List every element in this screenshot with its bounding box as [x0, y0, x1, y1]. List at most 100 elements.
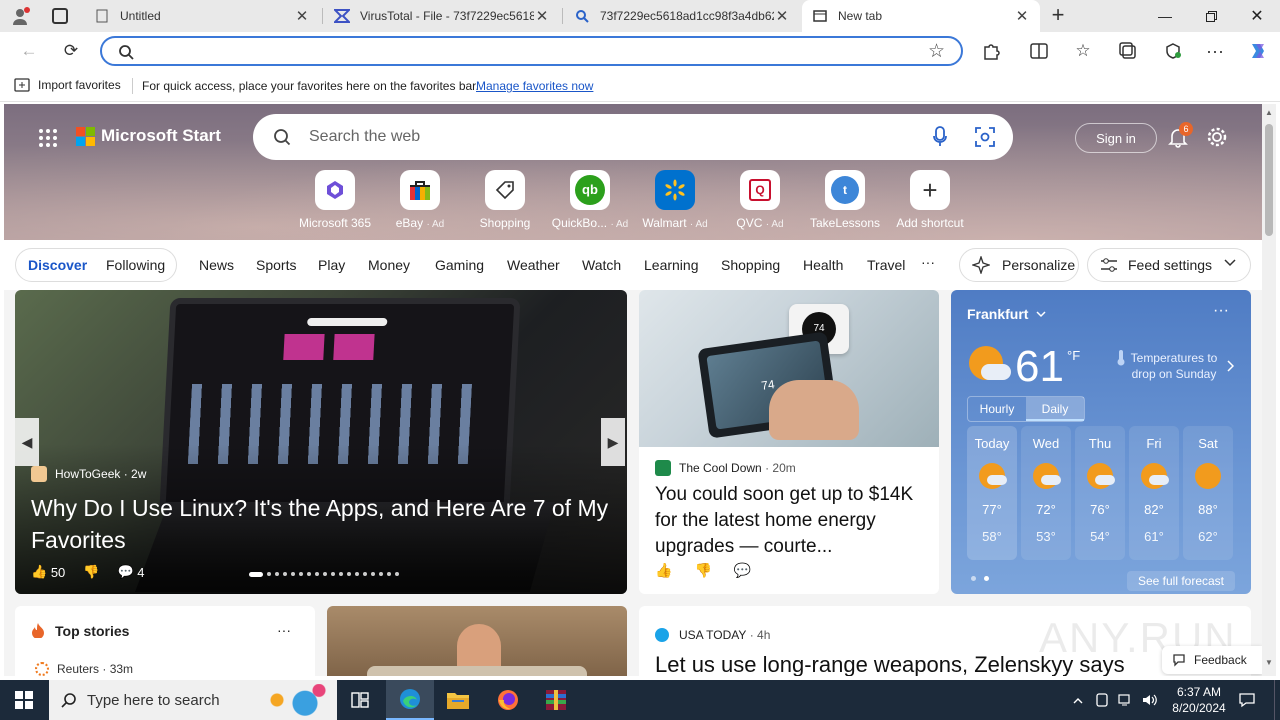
microsoft-start-logo[interactable]: Microsoft Start [76, 126, 221, 146]
chevron-right-icon[interactable] [1227, 360, 1234, 372]
story-card-cool-down[interactable]: 74 74 The Cool Down · 20m You could soon… [639, 290, 939, 594]
restore-button[interactable] [1188, 0, 1234, 32]
firefox-icon[interactable] [484, 680, 532, 720]
clock[interactable]: 6:37 AM 8/20/2024 [1164, 680, 1234, 720]
favorites-icon[interactable]: ☆ [1068, 36, 1098, 66]
dislike-icon[interactable]: 👎 [83, 564, 99, 580]
close-tab-icon[interactable]: ✕ [534, 7, 550, 25]
tab-hourly[interactable]: Hourly [968, 397, 1026, 421]
dislike-icon[interactable]: 👎 [694, 562, 711, 579]
page-settings-gear-icon[interactable] [1206, 126, 1228, 148]
shortcut-walmart[interactable]: Walmart · Ad [632, 170, 718, 232]
weather-page-dots[interactable] [971, 576, 989, 581]
split-screen-icon[interactable] [1024, 36, 1054, 66]
carousel-dots[interactable] [249, 572, 399, 577]
temperature-unit[interactable]: °F [1067, 348, 1080, 363]
task-view-icon[interactable] [336, 680, 384, 720]
nav-news[interactable]: News [199, 257, 234, 273]
weather-card[interactable]: Frankfurt ··· 61 °F Temperatures to drop… [951, 290, 1251, 594]
sign-in-button[interactable]: Sign in [1075, 123, 1157, 153]
scroll-up-arrow[interactable]: ▲ [1265, 108, 1273, 117]
story-image-card[interactable] [327, 606, 627, 676]
address-bar[interactable]: ☆ [100, 36, 963, 66]
shortcut-takelessons[interactable]: t TakeLessons [802, 170, 888, 232]
new-tab-button[interactable]: + [1046, 4, 1070, 28]
microphone-icon[interactable] [933, 126, 947, 148]
like-icon[interactable]: 👍 [655, 562, 672, 579]
favorite-star-icon[interactable]: ☆ [928, 40, 945, 63]
personalize-button[interactable]: Personalize [959, 248, 1079, 282]
nav-weather[interactable]: Weather [507, 257, 560, 273]
scroll-down-arrow[interactable]: ▼ [1265, 658, 1273, 667]
winrar-icon[interactable] [532, 680, 580, 720]
shortcut-ebay[interactable]: eBay · Ad [377, 170, 463, 232]
more-nav-icon[interactable]: ··· [921, 254, 935, 270]
tab-actions-icon[interactable] [52, 8, 68, 24]
import-favorites-button[interactable]: Import favorites [14, 78, 121, 92]
collections-icon[interactable] [1113, 36, 1143, 66]
show-desktop-button[interactable] [1274, 680, 1280, 720]
lead-headline[interactable]: Why Do I Use Linux? It's the Apps, and H… [31, 492, 621, 556]
copilot-icon[interactable] [1243, 36, 1273, 66]
back-button[interactable]: ← [14, 36, 44, 66]
scroll-thumb[interactable] [1265, 124, 1273, 236]
forecast-day[interactable]: Fri 82° 61° [1129, 426, 1179, 560]
taskbar-search-box[interactable]: Type here to search [49, 680, 337, 720]
nav-watch[interactable]: Watch [582, 257, 621, 273]
nav-health[interactable]: Health [803, 257, 843, 273]
browser-essentials-icon[interactable] [1158, 36, 1188, 66]
close-window-button[interactable]: ✕ [1234, 0, 1280, 32]
cool-headline[interactable]: You could soon get up to $14K for the la… [655, 482, 927, 560]
tab-discover[interactable]: Discover [28, 257, 87, 273]
forecast-day[interactable]: Sat 88° 62° [1183, 426, 1233, 560]
file-explorer-icon[interactable] [434, 680, 482, 720]
extensions-icon[interactable] [976, 36, 1006, 66]
nav-learning[interactable]: Learning [644, 257, 699, 273]
tab-daily[interactable]: Daily [1026, 397, 1084, 421]
visual-search-icon[interactable] [975, 127, 995, 147]
close-tab-icon[interactable]: ✕ [774, 7, 790, 25]
see-full-forecast-link[interactable]: See full forecast [1127, 571, 1235, 591]
nav-sports[interactable]: Sports [256, 257, 296, 273]
top-stories-more-icon[interactable]: ··· [277, 622, 291, 638]
tab-search[interactable]: 73f7229ec5618ad1cc98f3a4db62e ✕ [564, 0, 800, 32]
start-button[interactable] [0, 680, 48, 720]
comment-icon[interactable]: 💬 [734, 562, 751, 579]
close-tab-icon[interactable]: ✕ [294, 7, 310, 25]
forecast-day[interactable]: Wed 72° 53° [1021, 426, 1071, 560]
minimize-button[interactable]: — [1142, 0, 1188, 32]
tab-new-tab[interactable]: New tab ✕ [802, 0, 1040, 32]
shortcut-qvc[interactable]: Q QVC · Ad [717, 170, 803, 232]
profile-icon[interactable] [10, 6, 32, 26]
story-card-usa-today[interactable]: USA TODAY · 4h Let us use long-range wea… [639, 606, 1251, 676]
lead-story-card[interactable]: ◀ ▶ HowToGeek · 2w Why Do I Use Linux? I… [15, 290, 627, 594]
feedback-button[interactable]: Feedback [1162, 646, 1262, 674]
web-search-box[interactable]: Search the web [253, 114, 1013, 160]
weather-location[interactable]: Frankfurt [967, 306, 1046, 322]
weather-more-icon[interactable]: ··· [1213, 302, 1229, 320]
tab-virustotal[interactable]: VirusTotal - File - 73f7229ec5618a ✕ [324, 0, 560, 32]
refresh-button[interactable]: ⟳ [56, 36, 86, 66]
tab-untitled[interactable]: Untitled ✕ [84, 0, 320, 32]
settings-more-icon[interactable]: ··· [1200, 36, 1230, 66]
shortcut-microsoft-365[interactable]: Microsoft 365 [292, 170, 378, 232]
shortcut-shopping[interactable]: Shopping [462, 170, 548, 232]
nav-gaming[interactable]: Gaming [435, 257, 484, 273]
tab-following[interactable]: Following [106, 257, 165, 273]
show-hidden-icons-chevron-icon[interactable] [1068, 680, 1088, 720]
app-launcher-icon[interactable] [38, 128, 58, 148]
vertical-scrollbar[interactable]: ▲ ▼ [1262, 104, 1276, 676]
network-icon[interactable] [1116, 680, 1136, 720]
like-icon[interactable]: 👍 [31, 564, 47, 580]
manage-favorites-link[interactable]: Manage favorites now [476, 79, 593, 93]
carousel-prev-button[interactable]: ◀ [15, 418, 39, 466]
edge-taskbar-icon[interactable] [386, 680, 434, 720]
nav-money[interactable]: Money [368, 257, 410, 273]
weather-alert[interactable]: Temperatures to drop on Sunday [1127, 350, 1221, 382]
nav-travel[interactable]: Travel [867, 257, 905, 273]
volume-icon[interactable] [1140, 680, 1160, 720]
comment-icon[interactable]: 💬 [117, 564, 133, 580]
carousel-next-button[interactable]: ▶ [601, 418, 625, 466]
nav-play[interactable]: Play [318, 257, 345, 273]
meet-now-icon[interactable] [1092, 680, 1112, 720]
